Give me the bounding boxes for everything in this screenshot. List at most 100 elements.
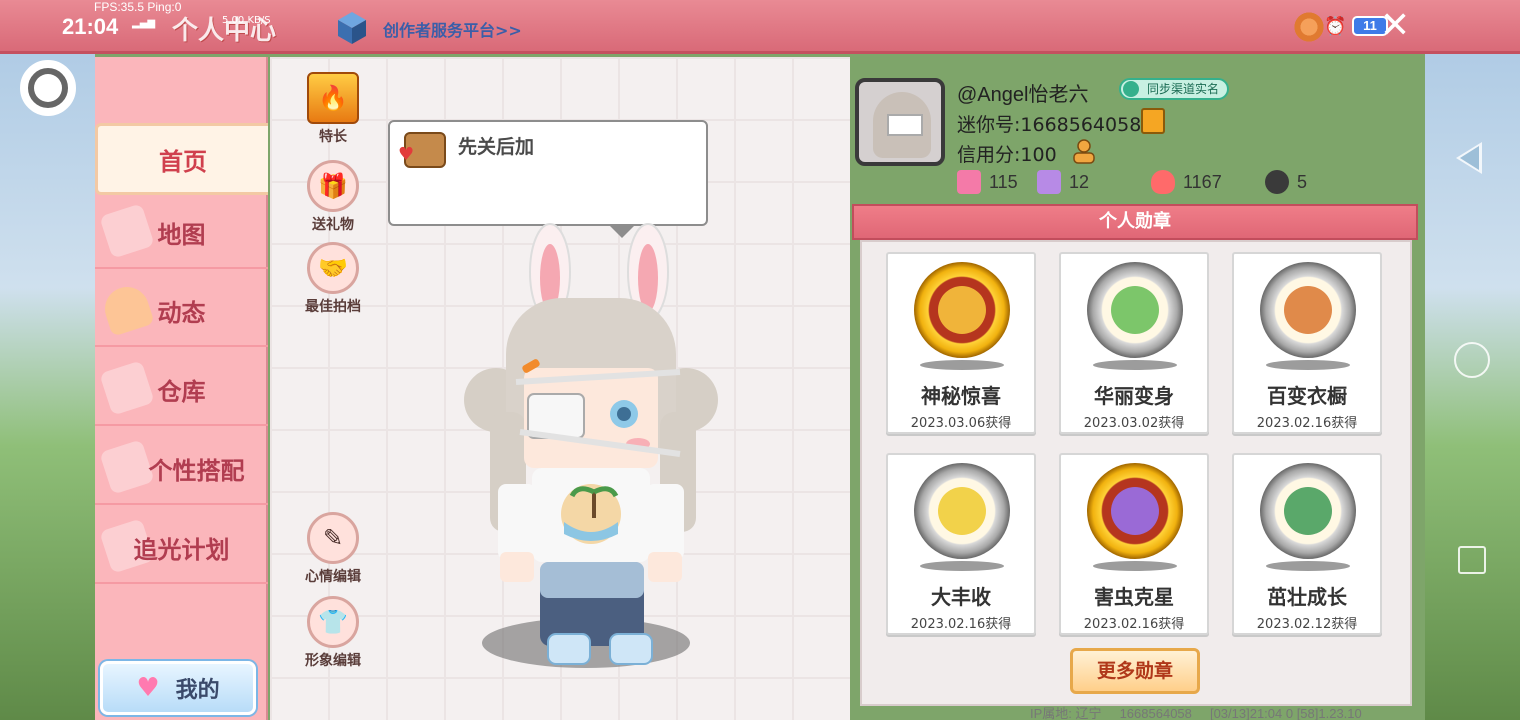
android-recents-icon[interactable] xyxy=(1458,546,1486,574)
bug-medal-icon xyxy=(1087,463,1183,559)
player-avatar[interactable] xyxy=(460,222,720,682)
mine-button[interactable]: ♥ 我的 xyxy=(100,661,256,715)
heart-icon: ♥ xyxy=(136,673,160,703)
badge-card[interactable]: 百变衣橱 2023.02.16获得 xyxy=(1232,252,1382,434)
status-time: 21:04 xyxy=(62,14,119,39)
mood-edit-button[interactable]: ✎ 心情编辑 xyxy=(298,512,368,586)
badge-date: 2023.02.16获得 xyxy=(910,617,1012,632)
floating-record-button[interactable] xyxy=(20,60,76,116)
cheer-person-icon xyxy=(1037,170,1061,194)
stat-likes[interactable]: 5 xyxy=(1265,170,1307,194)
bell-icon xyxy=(99,281,155,337)
best-partner-label: 最佳拍档 xyxy=(305,299,361,315)
badge-name: 害虫克星 xyxy=(1094,585,1174,609)
best-partner-button[interactable]: 🤝 最佳拍档 xyxy=(298,242,368,316)
badge-date: 2023.03.02获得 xyxy=(1083,416,1185,431)
flame-person-icon: 🔥 xyxy=(307,72,359,124)
medal-stand xyxy=(1093,360,1177,370)
alarm-icon: ⏰ xyxy=(1324,16,1347,37)
outfit-icon xyxy=(99,439,155,495)
fps-readout: FPS:35.5 Ping:0 xyxy=(94,0,182,14)
badge-card[interactable]: 华丽变身 2023.03.02获得 xyxy=(1059,252,1209,434)
mood-bubble[interactable]: 先关后加 xyxy=(388,120,708,238)
badge-card[interactable]: 神秘惊喜 2023.03.06获得 xyxy=(886,252,1036,434)
realname-badge[interactable]: 同步渠道实名 xyxy=(1119,78,1230,100)
badge-card[interactable]: 害虫克星 2023.02.16获得 xyxy=(1059,453,1209,635)
nav-item-label: 仓库 xyxy=(157,377,206,406)
badge-date: 2023.02.16获得 xyxy=(1083,617,1185,632)
mine-button-label: 我的 xyxy=(175,678,220,703)
badge-name: 大丰收 xyxy=(931,585,991,609)
realname-badge-label: 同步渠道实名 xyxy=(1147,82,1220,96)
nickname: @Angel怡老六 xyxy=(957,84,1089,106)
map-icon xyxy=(99,203,155,259)
stat-cross-value: 115 xyxy=(989,171,1018,192)
heart-likes-icon xyxy=(1265,170,1289,194)
nav-item-label: 地图 xyxy=(157,220,206,249)
badge-name: 百变衣橱 xyxy=(1267,384,1347,408)
stat-popularity[interactable]: 1167 xyxy=(1151,170,1222,194)
creator-cube-icon xyxy=(338,12,366,44)
nav-item-map[interactable]: 地图 xyxy=(95,197,268,269)
medal-stand xyxy=(920,561,1004,571)
ip-location: IP属地: 辽宁 xyxy=(1030,706,1102,720)
creator-platform-link[interactable]: 创作者服务平台>> xyxy=(383,17,522,41)
badge-date: 2023.02.12获得 xyxy=(1256,617,1358,632)
nav-item-feed[interactable]: 动态 xyxy=(95,275,268,347)
gift-icon: 🎁 xyxy=(307,160,359,212)
nav-item-chase-light[interactable]: 追光计划 xyxy=(95,512,268,584)
badge-name: 茁壮成长 xyxy=(1267,585,1347,609)
credit-score: 信用分:100 xyxy=(957,144,1057,166)
badge-header: 个人勋章 xyxy=(852,204,1418,240)
stat-people-value: 12 xyxy=(1069,171,1090,192)
specialty-label: 特长 xyxy=(319,129,347,145)
badge-name: 华丽变身 xyxy=(1094,384,1174,408)
android-back-icon[interactable] xyxy=(1456,142,1482,174)
medal-stand xyxy=(920,360,1004,370)
image-edit-button[interactable]: 👕 形象编辑 xyxy=(298,596,368,670)
badge-date: 2023.02.16获得 xyxy=(1256,416,1358,431)
medal-stand xyxy=(1266,360,1350,370)
footer-info: IP属地: 辽宁 1668564058 [03/13]21:04 0 [58]1… xyxy=(1030,703,1362,720)
close-icon[interactable]: ✕ xyxy=(1380,6,1410,46)
nav-item-label: 追光计划 xyxy=(133,535,230,564)
badge-card[interactable]: 茁壮成长 2023.02.12获得 xyxy=(1232,453,1382,635)
flame-icon xyxy=(1151,170,1175,194)
stat-cross[interactable]: 115 xyxy=(957,170,1018,194)
avatar[interactable] xyxy=(855,78,945,166)
nav-item-outfit[interactable]: 个性搭配 xyxy=(95,433,268,505)
stat-people[interactable]: 12 xyxy=(1037,170,1089,194)
specialty-button[interactable]: 🔥 特长 xyxy=(298,72,368,146)
footer-stamp: [03/13]21:04 0 [58]1.23.10 xyxy=(1209,706,1362,720)
badge-card[interactable]: 大丰收 2023.02.16获得 xyxy=(886,453,1036,635)
shirt-icon: 👕 xyxy=(307,596,359,648)
growth-medal-icon xyxy=(1260,463,1356,559)
more-badges-button[interactable]: 更多勋章 xyxy=(1070,648,1200,694)
gear-icon[interactable] xyxy=(1292,10,1326,44)
medal-stand xyxy=(1093,561,1177,571)
image-edit-label: 形象编辑 xyxy=(305,653,361,669)
network-speed: 5.00 KB/S xyxy=(222,15,271,26)
mailbox-icon xyxy=(398,132,446,168)
nav-item-label: 动态 xyxy=(157,298,206,327)
signal-icon: ▂▄▆ xyxy=(132,18,156,29)
badge-name: 神秘惊喜 xyxy=(921,384,1001,408)
mini-id: 迷你号:1668564058 xyxy=(957,114,1142,136)
medal-stand xyxy=(1266,561,1350,571)
footer-uid: 1668564058 xyxy=(1119,706,1192,720)
verified-person-icon xyxy=(1123,81,1139,97)
handshake-icon: 🤝 xyxy=(307,242,359,294)
person-info-icon[interactable] xyxy=(1071,138,1097,164)
gift-medal-icon xyxy=(914,262,1010,358)
popularity-value: 1167 xyxy=(1183,171,1222,192)
nav-item-home[interactable]: 首页 xyxy=(95,123,268,195)
copy-icon[interactable] xyxy=(1141,108,1165,134)
dinosaur-medal-icon xyxy=(1087,262,1183,358)
badge-grid: 神秘惊喜 2023.03.06获得 华丽变身 2023.03.02获得 百变衣橱… xyxy=(860,240,1412,706)
harvest-medal-icon xyxy=(914,463,1010,559)
nav-item-warehouse[interactable]: 仓库 xyxy=(95,354,268,426)
nav-item-label: 个性搭配 xyxy=(148,456,245,485)
send-gift-button[interactable]: 🎁 送礼物 xyxy=(298,160,368,234)
mood-text: 先关后加 xyxy=(458,136,535,158)
android-home-icon[interactable] xyxy=(1454,342,1490,378)
